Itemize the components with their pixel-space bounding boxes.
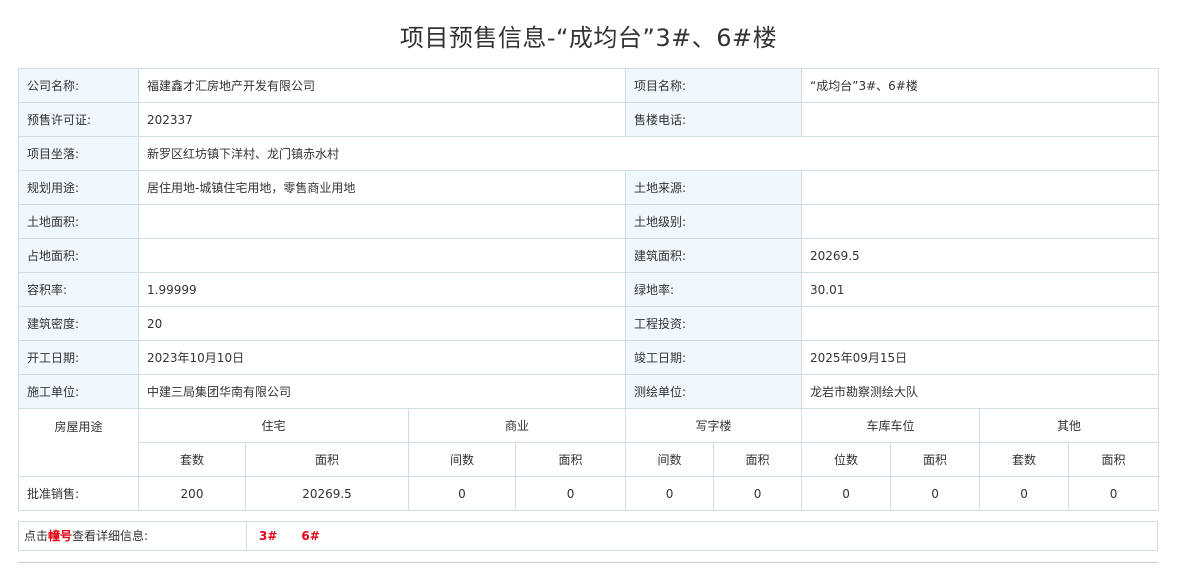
other-count-value: 0 bbox=[979, 476, 1070, 511]
residential-count-header: 套数 bbox=[138, 442, 246, 477]
building-area-value: 20269.5 bbox=[801, 238, 1160, 273]
plot-ratio-value: 1.99999 bbox=[137, 272, 627, 307]
land-grade-label: 土地级别: bbox=[625, 204, 803, 239]
land-area-value bbox=[137, 204, 627, 239]
permit-label: 预售许可证: bbox=[18, 102, 139, 137]
usage-label: 规划用途: bbox=[18, 170, 139, 205]
commercial-area-value: 0 bbox=[514, 476, 627, 511]
survey-unit-label: 测绘单位: bbox=[625, 374, 803, 409]
row-plot-ratio: 容积率: 1.99999 绿地率: 30.01 bbox=[18, 272, 1160, 307]
office-area-value: 0 bbox=[713, 476, 803, 511]
land-area-label: 土地面积: bbox=[18, 204, 139, 239]
land-source-value bbox=[801, 170, 1160, 205]
bottom-divider bbox=[18, 562, 1158, 563]
building-link-3[interactable]: 3# bbox=[259, 529, 277, 543]
row-approved-sales: 批准销售: 200 20269.5 0 0 0 0 0 0 0 0 bbox=[18, 476, 1160, 511]
completion-date-value: 2025年09月15日 bbox=[801, 340, 1160, 375]
usage-header: 房屋用途 bbox=[18, 408, 139, 477]
building-links: 3# 6# bbox=[247, 529, 344, 543]
row-permit: 预售许可证: 202337 售楼电话: bbox=[18, 102, 1160, 137]
start-date-value: 2023年10月10日 bbox=[137, 340, 627, 375]
construction-unit-label: 施工单位: bbox=[18, 374, 139, 409]
location-value: 新罗区红坊镇下洋村、龙门镇赤水村 bbox=[137, 136, 1160, 171]
row-company: 公司名称: 福建鑫才汇房地产开发有限公司 项目名称: “成均台”3#、6#楼 bbox=[18, 68, 1160, 103]
phone-label: 售楼电话: bbox=[625, 102, 803, 137]
other-area-value: 0 bbox=[1068, 476, 1160, 511]
page-title: 项目预售信息-“成均台”3#、6#楼 bbox=[399, 24, 778, 52]
project-info-table: 公司名称: 福建鑫才汇房地产开发有限公司 项目名称: “成均台”3#、6#楼 预… bbox=[18, 68, 1160, 511]
row-location: 项目坐落: 新罗区红坊镇下洋村、龙门镇赤水村 bbox=[18, 136, 1160, 171]
parking-count-value: 0 bbox=[801, 476, 892, 511]
group-office: 写字楼 bbox=[625, 408, 803, 443]
project-name-label: 项目名称: bbox=[625, 68, 803, 103]
link-highlight: 幢号 bbox=[48, 529, 73, 543]
building-link-6[interactable]: 6# bbox=[301, 529, 319, 543]
row-density: 建筑密度: 20 工程投资: bbox=[18, 306, 1160, 341]
row-sales-groups: 房屋用途 住宅 商业 写字楼 车库车位 其他 bbox=[18, 408, 1160, 477]
office-count-header: 间数 bbox=[625, 442, 715, 477]
occupied-area-label: 占地面积: bbox=[18, 238, 139, 273]
company-label: 公司名称: bbox=[18, 68, 139, 103]
investment-value bbox=[801, 306, 1160, 341]
usage-value: 居住用地-城镇住宅用地，零售商业用地 bbox=[137, 170, 627, 205]
construction-unit-value: 中建三局集团华南有限公司 bbox=[137, 374, 627, 409]
group-other: 其他 bbox=[979, 408, 1160, 443]
other-area-header: 面积 bbox=[1068, 442, 1160, 477]
commercial-area-header: 面积 bbox=[514, 442, 627, 477]
start-date-label: 开工日期: bbox=[18, 340, 139, 375]
commercial-count-header: 间数 bbox=[408, 442, 516, 477]
building-area-label: 建筑面积: bbox=[625, 238, 803, 273]
group-parking: 车库车位 bbox=[801, 408, 981, 443]
green-rate-label: 绿地率: bbox=[625, 272, 803, 307]
row-occupied-area: 占地面积: 建筑面积: 20269.5 bbox=[18, 238, 1160, 273]
row-units: 施工单位: 中建三局集团华南有限公司 测绘单位: 龙岩市勘察测绘大队 bbox=[18, 374, 1160, 409]
group-commercial: 商业 bbox=[407, 408, 627, 443]
completion-date-label: 竣工日期: bbox=[625, 340, 803, 375]
approved-label: 批准销售: bbox=[18, 476, 139, 511]
row-land-area: 土地面积: 土地级别: bbox=[18, 204, 1160, 239]
occupied-area-value bbox=[137, 238, 627, 273]
residential-count-value: 200 bbox=[138, 476, 246, 511]
group-residential: 住宅 bbox=[138, 408, 409, 443]
residential-area-header: 面积 bbox=[245, 442, 409, 477]
commercial-count-value: 0 bbox=[408, 476, 516, 511]
residential-area-value: 20269.5 bbox=[245, 476, 409, 511]
other-count-header: 套数 bbox=[979, 442, 1070, 477]
plot-ratio-label: 容积率: bbox=[18, 272, 139, 307]
survey-unit-value: 龙岩市勘察测绘大队 bbox=[801, 374, 1160, 409]
company-value: 福建鑫才汇房地产开发有限公司 bbox=[137, 68, 627, 103]
building-density-value: 20 bbox=[137, 306, 627, 341]
permit-value: 202337 bbox=[137, 102, 627, 137]
link-suffix: 查看详细信息: bbox=[72, 529, 149, 543]
parking-area-value: 0 bbox=[890, 476, 981, 511]
building-links-label: 点击幢号查看详细信息: bbox=[19, 522, 247, 550]
office-area-header: 面积 bbox=[713, 442, 803, 477]
parking-area-header: 面积 bbox=[890, 442, 981, 477]
row-dates: 开工日期: 2023年10月10日 竣工日期: 2025年09月15日 bbox=[18, 340, 1160, 375]
location-label: 项目坐落: bbox=[18, 136, 139, 171]
parking-count-header: 位数 bbox=[801, 442, 892, 477]
building-density-label: 建筑密度: bbox=[18, 306, 139, 341]
land-grade-value bbox=[801, 204, 1160, 239]
office-count-value: 0 bbox=[625, 476, 715, 511]
phone-value bbox=[801, 102, 1160, 137]
project-name-value: “成均台”3#、6#楼 bbox=[801, 68, 1160, 103]
green-rate-value: 30.01 bbox=[801, 272, 1160, 307]
land-source-label: 土地来源: bbox=[625, 170, 803, 205]
row-sales-subheaders: 套数 面积 间数 面积 间数 面积 位数 面积 套数 面积 bbox=[19, 442, 1160, 477]
link-prefix: 点击 bbox=[24, 529, 49, 543]
building-links-box: 点击幢号查看详细信息: 3# 6# bbox=[18, 521, 1158, 551]
row-usage: 规划用途: 居住用地-城镇住宅用地，零售商业用地 土地来源: bbox=[18, 170, 1160, 205]
investment-label: 工程投资: bbox=[625, 306, 803, 341]
